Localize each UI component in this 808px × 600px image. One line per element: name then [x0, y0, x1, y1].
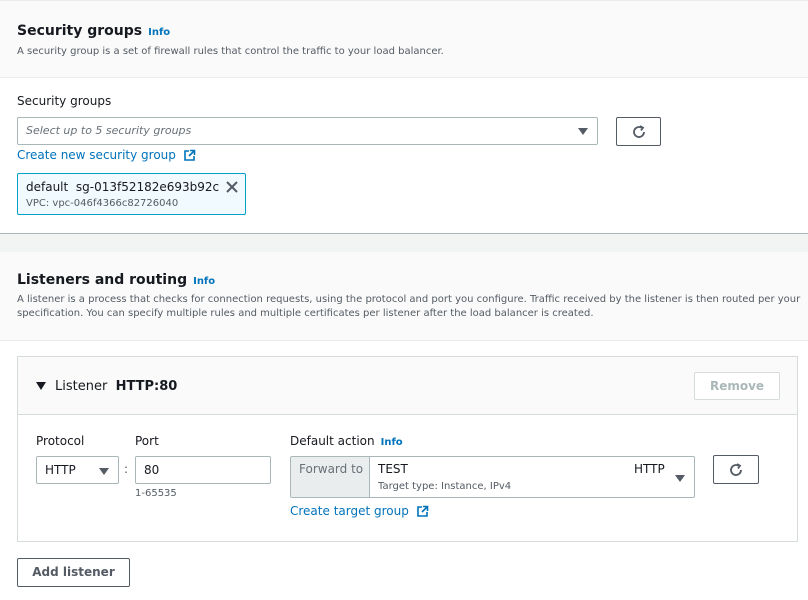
- default-action-info-link[interactable]: Info: [381, 437, 403, 448]
- default-action-select[interactable]: Forward to TEST HTTP Target type: Instan…: [290, 456, 695, 498]
- port-hint: 1-65535: [135, 488, 177, 499]
- security-groups-info-link[interactable]: Info: [148, 27, 170, 38]
- forward-to-label: Forward to: [291, 457, 370, 497]
- listeners-title: Listeners and routing Info: [17, 272, 216, 288]
- listener-title: Listener HTTP:80: [55, 379, 178, 394]
- security-groups-title: Security groups Info: [17, 23, 171, 39]
- protocol-port-separator: :: [124, 462, 129, 476]
- listeners-header: Listeners and routing Info A listener is …: [0, 252, 808, 341]
- external-link-icon: [183, 149, 196, 161]
- security-groups-select[interactable]: Select up to 5 security groups: [17, 117, 598, 145]
- protocol-select[interactable]: HTTP: [36, 456, 119, 484]
- target-group-protocol: HTTP: [634, 462, 665, 476]
- listeners-description-line1: A listener is a process that checks for …: [17, 294, 801, 305]
- close-icon[interactable]: [225, 180, 239, 194]
- chevron-down-icon: [99, 468, 109, 475]
- selected-security-group-token: default sg-013f52182e693b92c VPC: vpc-04…: [17, 173, 246, 215]
- listeners-description-line2: specification. You can specify multiple …: [17, 308, 594, 319]
- refresh-icon: [730, 462, 742, 476]
- refresh-security-groups-button[interactable]: [616, 117, 661, 146]
- security-group-name: default sg-013f52182e693b92c: [26, 180, 220, 194]
- add-listener-button[interactable]: Add listener: [17, 558, 130, 587]
- port-label: Port: [135, 434, 159, 448]
- listeners-info-link[interactable]: Info: [193, 276, 215, 287]
- security-groups-field-label: Security groups: [17, 94, 112, 108]
- external-link-icon: [416, 505, 428, 517]
- collapse-triangle-icon[interactable]: [36, 382, 46, 390]
- security-groups-section: Security groups Info A security group is …: [0, 0, 808, 234]
- target-group-name: TEST: [378, 462, 408, 476]
- refresh-icon: [632, 124, 645, 138]
- chevron-down-icon: [578, 128, 588, 135]
- refresh-target-groups-button[interactable]: [713, 455, 759, 484]
- chevron-down-icon: [675, 475, 685, 482]
- default-action-label: Default action Info: [290, 434, 403, 448]
- security-group-vpc: VPC: vpc-046f4366c82726040: [26, 198, 179, 209]
- port-input[interactable]: 80: [135, 456, 271, 484]
- target-group-detail: Target type: Instance, IPv4: [378, 481, 512, 492]
- create-security-group-link[interactable]: Create new security group: [17, 148, 196, 162]
- listener-header[interactable]: Listener HTTP:80 Remove: [18, 357, 797, 415]
- create-target-group-link[interactable]: Create target group: [290, 504, 429, 518]
- security-groups-header: Security groups Info A security group is …: [0, 1, 808, 78]
- remove-listener-button[interactable]: Remove: [694, 372, 780, 400]
- security-groups-placeholder: Select up to 5 security groups: [26, 124, 192, 137]
- security-groups-description: A security group is a set of firewall ru…: [17, 46, 444, 57]
- listener-panel: Listener HTTP:80 Remove Protocol HTTP : …: [17, 356, 798, 542]
- section-gap: [0, 234, 808, 252]
- protocol-label: Protocol: [36, 434, 85, 448]
